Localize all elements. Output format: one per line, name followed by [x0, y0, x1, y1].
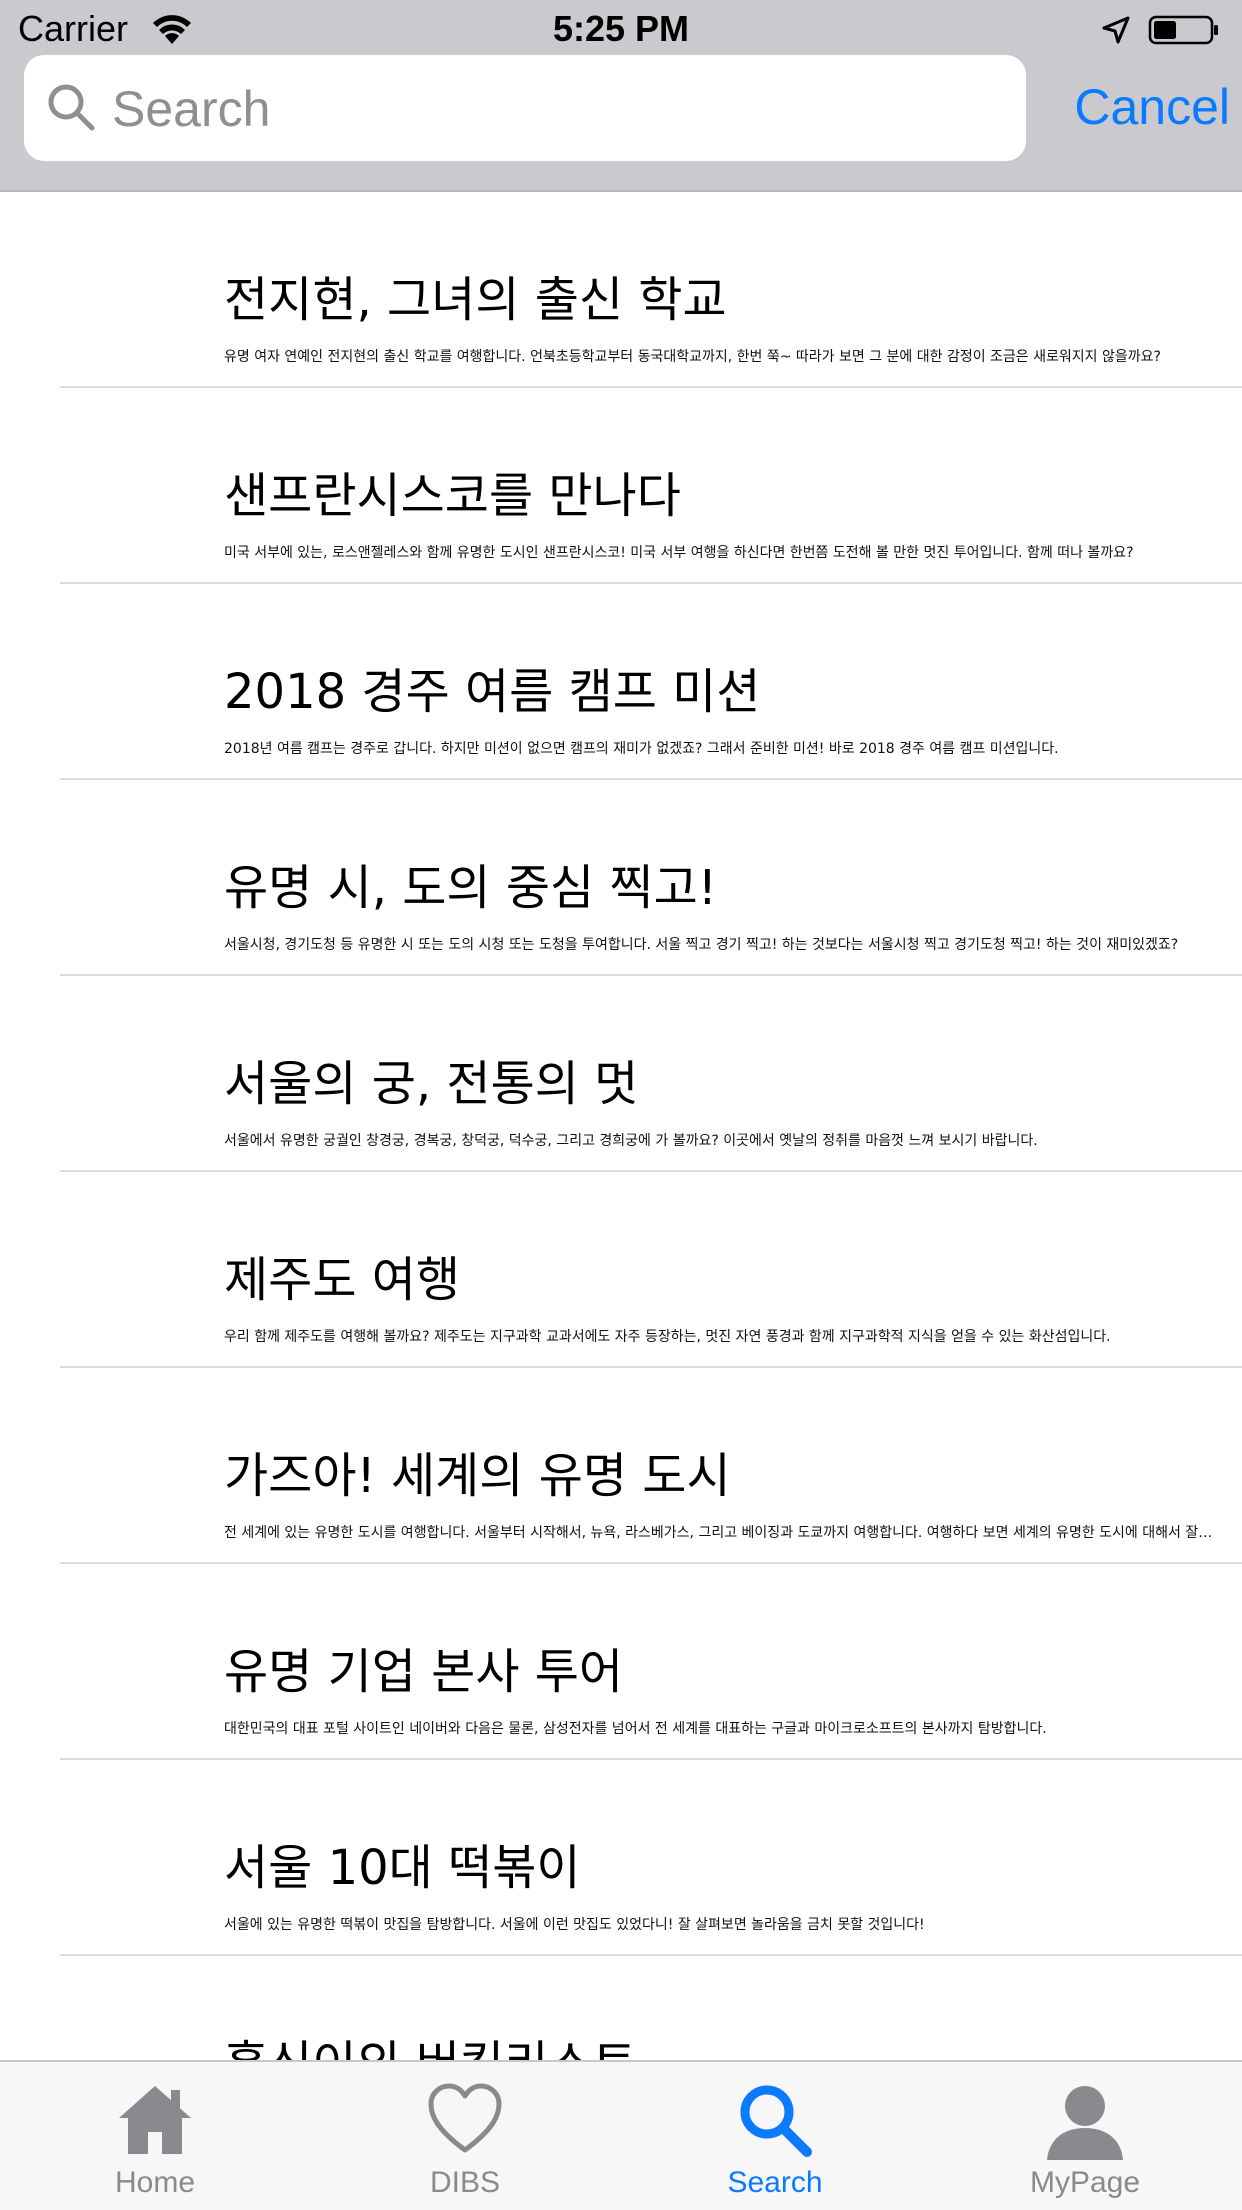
search-icon [740, 2085, 812, 2157]
tab-dibs[interactable]: DIBS [310, 2062, 620, 2210]
result-row[interactable]: 서울 10대 떡볶이서울에 있는 유명한 떡볶이 맛집을 탐방합니다. 서울에 … [60, 1760, 1242, 1956]
result-title: 2018 경주 여름 캠프 미션 [224, 664, 761, 720]
result-row[interactable]: 유명 시, 도의 중심 찍고! 서울시청, 경기도청 등 유명한 시 또는 도의 … [60, 780, 1242, 976]
tab-bar: Home DIBS Search MyPage [0, 2060, 1242, 2210]
result-description: 서울에서 유명한 궁궐인 창경궁, 경복궁, 창덕궁, 덕수궁, 그리고 경희궁… [224, 1133, 1038, 1149]
result-title: 서울의 궁, 전통의 멋 [224, 1056, 639, 1112]
result-title: 전지현, 그녀의 출신 학교 [224, 272, 727, 328]
tab-search-label: Search [727, 2166, 823, 2199]
result-description: 서울에 있는 유명한 떡볶이 맛집을 탐방합니다. 서울에 이런 맛집도 있었다… [224, 1917, 925, 1933]
result-description: 미국 서부에 있는, 로스앤젤레스와 함께 유명한 도시인 샌프란시스코! 미국… [224, 545, 1134, 561]
result-row[interactable]: 유명 기업 본사 투어대한민국의 대표 포털 사이트인 네이버와 다음은 물론,… [60, 1564, 1242, 1760]
magnifier-icon [48, 84, 95, 131]
result-title: 유명 기업 본사 투어 [224, 1644, 624, 1700]
result-title: 가즈아! 세계의 유명 도시 [224, 1448, 731, 1504]
tab-home[interactable]: Home [0, 2062, 310, 2210]
tab-dibs-label: DIBS [429, 2166, 501, 2199]
location-arrow-icon [1102, 16, 1130, 44]
status-bar: Carrier 5:25 PM [0, 0, 1242, 58]
status-time: 5:25 PM [552, 8, 690, 49]
battery-icon [1148, 15, 1218, 45]
result-title: 제주도 여행 [224, 1252, 461, 1308]
search-header: Carrier 5:25 PM Cancel [0, 0, 1242, 192]
result-title: 샌프란시스코를 만나다 [224, 468, 681, 524]
result-row[interactable]: 홍신이의 버킷리스트 [60, 1956, 1242, 2060]
result-description: 서울시청, 경기도청 등 유명한 시 또는 도의 시청 또는 도청을 투여합니다… [224, 937, 1179, 953]
result-row[interactable]: 제주도 여행우리 함께 제주도를 여행해 볼까요? 제주도는 지구과학 교과서에… [60, 1172, 1242, 1368]
result-description: 대한민국의 대표 포털 사이트인 네이버와 다음은 물론, 삼성전자를 넘어서 … [224, 1721, 1047, 1737]
result-description: 유명 여자 연예인 전지현의 출신 학교를 여행합니다. 언북초등학교부터 동국… [224, 349, 1161, 365]
result-description: 전 세계에 있는 유명한 도시를 여행합니다. 서울부터 시작해서, 뉴욕, 라… [224, 1525, 1214, 1541]
tab-home-label: Home [114, 2166, 196, 2199]
result-row[interactable]: 샌프란시스코를 만나다미국 서부에 있는, 로스앤젤레스와 함께 유명한 도시인… [60, 388, 1242, 584]
result-title: 홍신이의 버킷리스트 [224, 2036, 637, 2060]
result-description: 2018년 여름 캠프는 경주로 갑니다. 하지만 미션이 없으면 캠프의 재미… [224, 741, 1059, 757]
cancel-button[interactable]: Cancel [1050, 70, 1230, 144]
result-title: 서울 10대 떡볶이 [224, 1840, 581, 1896]
tab-mypage-label: MyPage [1029, 2166, 1141, 2199]
result-row[interactable]: 전지현, 그녀의 출신 학교유명 여자 연예인 전지현의 출신 학교를 여행합니… [60, 192, 1242, 388]
result-row[interactable]: 가즈아! 세계의 유명 도시전 세계에 있는 유명한 도시를 여행합니다. 서울… [60, 1368, 1242, 1564]
result-title: 유명 시, 도의 중심 찍고! [224, 860, 717, 916]
person-icon [1047, 2086, 1123, 2160]
home-icon [119, 2086, 191, 2154]
search-results-list[interactable]: 전지현, 그녀의 출신 학교유명 여자 연예인 전지현의 출신 학교를 여행합니… [0, 192, 1242, 2060]
search-field[interactable] [24, 55, 1026, 161]
result-description: 우리 함께 제주도를 여행해 볼까요? 제주도는 지구과학 교과서에도 자주 등… [224, 1329, 1111, 1345]
result-row[interactable]: 2018 경주 여름 캠프 미션 2018년 여름 캠프는 경주로 갑니다. 하지… [60, 584, 1242, 780]
search-input[interactable] [110, 69, 1004, 149]
tab-mypage[interactable]: MyPage [930, 2062, 1240, 2210]
heart-icon [428, 2083, 502, 2153]
result-row[interactable]: 서울의 궁, 전통의 멋서울에서 유명한 궁궐인 창경궁, 경복궁, 창덕궁, … [60, 976, 1242, 1172]
tab-search[interactable]: Search [620, 2062, 930, 2210]
